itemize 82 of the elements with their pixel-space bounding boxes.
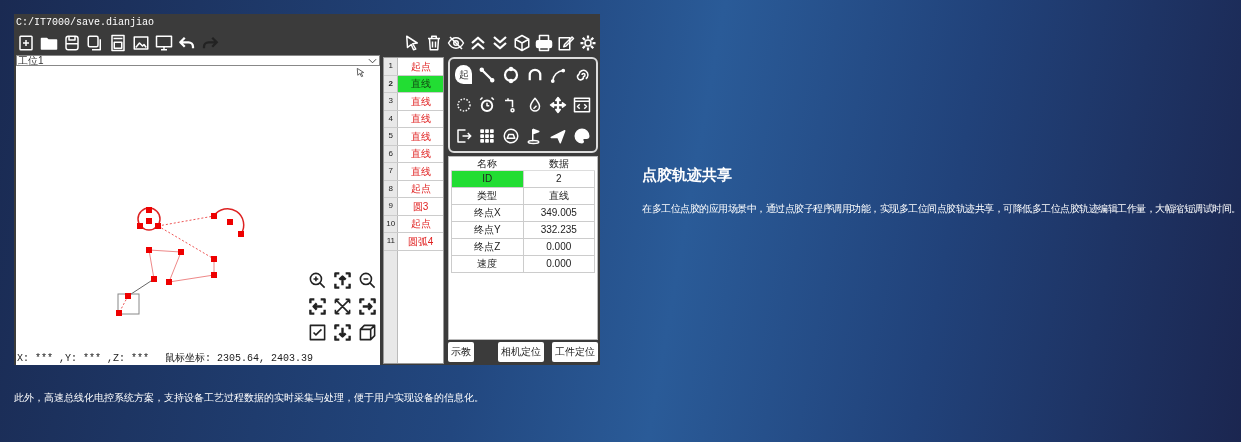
row-label: 直线 bbox=[409, 112, 432, 127]
hide-icon[interactable] bbox=[447, 34, 465, 52]
row-label: 直线 bbox=[409, 164, 432, 179]
pan-down-icon[interactable] bbox=[333, 323, 352, 342]
column-header: 数据 bbox=[523, 158, 595, 170]
zoom-out-icon[interactable] bbox=[358, 271, 377, 290]
property-value: 349.005 bbox=[523, 204, 595, 221]
save-icon[interactable] bbox=[63, 34, 81, 52]
exit-icon[interactable] bbox=[454, 126, 473, 145]
trash-icon[interactable] bbox=[425, 34, 443, 52]
station-dropdown[interactable]: 工位1 bbox=[16, 55, 381, 66]
program-row[interactable]: 7 直线 bbox=[384, 163, 443, 181]
property-value: 0.000 bbox=[523, 238, 595, 255]
property-value: 直线 bbox=[523, 187, 595, 204]
alarm-clock-icon[interactable] bbox=[478, 96, 497, 115]
code-icon[interactable] bbox=[573, 96, 592, 115]
pan-right-icon[interactable] bbox=[358, 297, 377, 316]
action-button[interactable]: 示教 bbox=[448, 342, 474, 362]
caption-text: 此外，高速总线化电控系统方案，支持设备工艺过程数据的实时采集与处理，便于用户实现设备的信息化。 bbox=[14, 391, 485, 405]
new-file-icon[interactable] bbox=[17, 34, 35, 52]
action-button[interactable]: 相机定位 bbox=[498, 342, 544, 362]
program-row[interactable]: 3 直线 bbox=[384, 93, 443, 111]
row-number: 1 bbox=[384, 58, 399, 75]
chevron-down-icon bbox=[368, 57, 378, 64]
settings-icon[interactable] bbox=[579, 34, 597, 52]
monitor-icon[interactable] bbox=[155, 34, 173, 52]
axes-readout: X: *** ,Y: *** ,Z: *** bbox=[17, 353, 150, 364]
program-row[interactable]: 10 起点 bbox=[384, 215, 443, 233]
cube-icon[interactable] bbox=[513, 34, 531, 52]
start-point-icon[interactable]: 起 bbox=[455, 65, 473, 85]
row-label: 起点 bbox=[409, 182, 432, 197]
row-number: 9 bbox=[384, 198, 399, 215]
grid-icon[interactable] bbox=[478, 126, 497, 145]
program-row[interactable]: 2 直线 bbox=[384, 75, 443, 93]
program-row[interactable]: 6 直线 bbox=[384, 145, 443, 163]
drawing-canvas[interactable]: 工位1 X: *** ,Y: *** ,Z: *** 鼠标坐标: 2305.64, 2403.39 bbox=[16, 55, 381, 365]
chevrons-up-icon[interactable] bbox=[469, 34, 487, 52]
printer-icon[interactable] bbox=[535, 34, 553, 52]
row-label: 直线 bbox=[409, 147, 432, 162]
fit-view-icon[interactable] bbox=[333, 297, 352, 316]
dashed-circle-icon[interactable] bbox=[454, 96, 473, 115]
feature-title: 点胶轨迹共享 bbox=[642, 165, 733, 185]
save-as-icon[interactable] bbox=[86, 34, 104, 52]
program-row[interactable]: 1 起点 bbox=[384, 58, 443, 76]
property-value: 332.235 bbox=[523, 221, 595, 238]
row-label: 圆弧4 bbox=[406, 234, 435, 249]
line-icon[interactable] bbox=[478, 65, 497, 84]
row-label: 圆3 bbox=[411, 199, 430, 214]
3d-view-icon[interactable] bbox=[358, 323, 377, 342]
checkbox-icon[interactable] bbox=[308, 323, 327, 342]
row-number: 7 bbox=[384, 163, 399, 180]
program-row[interactable]: 4 直线 bbox=[384, 110, 443, 128]
row-number: 3 bbox=[384, 93, 399, 110]
image-icon[interactable] bbox=[132, 34, 150, 52]
program-row[interactable]: 8 起点 bbox=[384, 180, 443, 198]
row-number: 5 bbox=[384, 128, 399, 145]
program-row[interactable]: 5 直线 bbox=[384, 128, 443, 146]
program-row[interactable]: 9 圆3 bbox=[384, 198, 443, 216]
pan-up-icon[interactable] bbox=[333, 271, 352, 290]
cursor-icon bbox=[355, 66, 366, 79]
edit-icon[interactable] bbox=[557, 34, 575, 52]
move-icon[interactable] bbox=[549, 96, 568, 115]
row-label: 直线 bbox=[409, 94, 432, 109]
import-icon[interactable] bbox=[109, 34, 127, 52]
row-label: 直线 bbox=[409, 129, 432, 144]
mouse-coordinates: 鼠标坐标: 2305.64, 2403.39 bbox=[165, 353, 314, 364]
chevrons-down-icon[interactable] bbox=[491, 34, 509, 52]
zoom-in-icon[interactable] bbox=[308, 271, 327, 290]
column-header: 名称 bbox=[451, 158, 523, 170]
window-title: C:/IT7000/save.dianjiao bbox=[15, 16, 156, 30]
program-row[interactable]: 11 圆弧4 bbox=[384, 233, 443, 251]
pan-left-icon[interactable] bbox=[308, 297, 327, 316]
property-value: 2 bbox=[523, 170, 595, 187]
feature-description: 在多工位点胶的应用场景中，通过点胶子程序调用功能，实现多工位间点胶轨迹共享，可降低多工位点胶轨迹编辑工作量，大幅缩短调试时间。 bbox=[642, 201, 1240, 216]
dish-icon[interactable] bbox=[502, 126, 521, 145]
cursor-icon[interactable] bbox=[403, 34, 421, 52]
row-number: 11 bbox=[384, 233, 399, 250]
property-value: 0.000 bbox=[523, 255, 595, 272]
row-label: 起点 bbox=[409, 59, 432, 74]
action-button[interactable]: 工件定位 bbox=[552, 342, 598, 362]
circle-icon[interactable] bbox=[502, 65, 521, 84]
row-label: 起点 bbox=[409, 217, 432, 232]
